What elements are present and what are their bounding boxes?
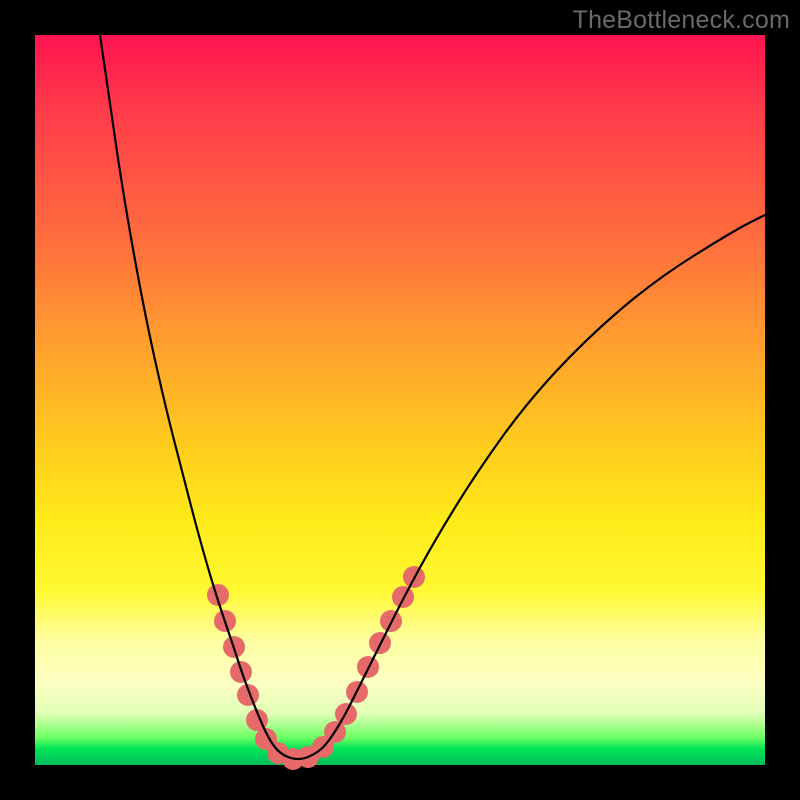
chart-outer-frame: TheBottleneck.com — [0, 0, 800, 800]
highlight-dot — [392, 586, 414, 608]
watermark-text: TheBottleneck.com — [573, 6, 790, 35]
curve-svg — [35, 35, 765, 765]
bottleneck-curve — [100, 35, 765, 759]
plot-area — [35, 35, 765, 765]
